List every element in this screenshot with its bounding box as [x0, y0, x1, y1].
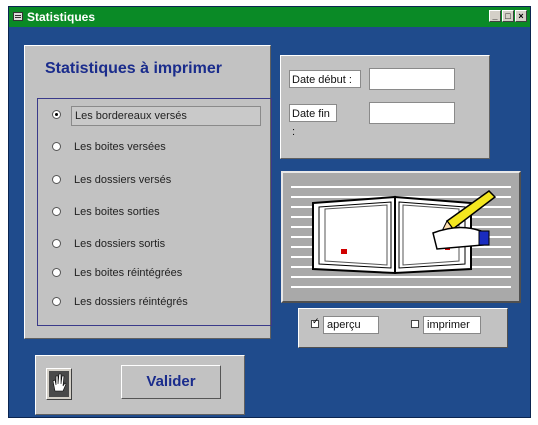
- option-label: Les boites réintégrées: [74, 267, 183, 279]
- end-date-label: Date fin :: [289, 104, 337, 138]
- validate-button[interactable]: Valider: [121, 365, 221, 399]
- statistics-options-panel: Statistiques à imprimer Les bordereaux v…: [24, 45, 272, 339]
- start-date-label: Date début :: [289, 70, 361, 88]
- close-button[interactable]: ×: [515, 10, 527, 22]
- option-label: Les boites sorties: [74, 206, 160, 218]
- hand-button[interactable]: [46, 368, 72, 400]
- preview-checkbox[interactable]: [311, 317, 320, 328]
- option-bordereaux-verses[interactable]: Les bordereaux versés: [52, 105, 272, 126]
- end-date-input[interactable]: [369, 102, 455, 124]
- minimize-button[interactable]: _: [489, 10, 501, 22]
- start-date-input[interactable]: [369, 68, 455, 90]
- book-illustration-frame: [281, 171, 521, 303]
- radio-button[interactable]: [52, 239, 61, 248]
- hand-stop-icon: [49, 371, 69, 397]
- radio-button[interactable]: [52, 297, 61, 306]
- radio-button[interactable]: [52, 175, 61, 184]
- option-label: Les bordereaux versés: [71, 106, 261, 126]
- maximize-button[interactable]: □: [502, 10, 514, 22]
- panel-heading: Statistiques à imprimer: [45, 60, 222, 77]
- title-bar[interactable]: Statistiques _ □ ×: [9, 7, 530, 27]
- option-boites-versees[interactable]: Les boites versées: [52, 137, 272, 157]
- option-dossiers-reintegres[interactable]: Les dossiers réintégrés: [52, 292, 272, 312]
- open-book-pencil-icon: [291, 186, 511, 288]
- window-title: Statistiques: [27, 10, 96, 24]
- date-range-panel: Date début : Date fin :: [280, 55, 490, 159]
- option-label: Les dossiers réintégrés: [74, 296, 188, 308]
- option-label: Les boites versées: [74, 141, 166, 153]
- app-icon: [13, 12, 23, 21]
- preview-label: aperçu: [323, 316, 379, 334]
- statistics-window: Statistiques _ □ × Statistiques à imprim…: [8, 6, 531, 418]
- radio-button[interactable]: [52, 207, 61, 216]
- radio-button[interactable]: [52, 268, 61, 277]
- option-label: Les dossiers versés: [74, 174, 172, 186]
- statistics-option-group: Les bordereaux versés Les boites versées…: [37, 98, 272, 326]
- option-dossiers-verses[interactable]: Les dossiers versés: [52, 170, 272, 190]
- option-label: Les dossiers sortis: [74, 238, 166, 250]
- output-options-panel: aperçu imprimer: [298, 308, 508, 348]
- radio-button[interactable]: [52, 142, 61, 151]
- option-boites-reintegrees[interactable]: Les boites réintégrées: [52, 263, 272, 283]
- option-dossiers-sortis[interactable]: Les dossiers sortis: [52, 234, 272, 254]
- option-boites-sorties[interactable]: Les boites sorties: [52, 202, 272, 222]
- print-checkbox[interactable]: [411, 320, 419, 328]
- radio-selected[interactable]: [52, 110, 61, 119]
- print-label: imprimer: [423, 316, 481, 334]
